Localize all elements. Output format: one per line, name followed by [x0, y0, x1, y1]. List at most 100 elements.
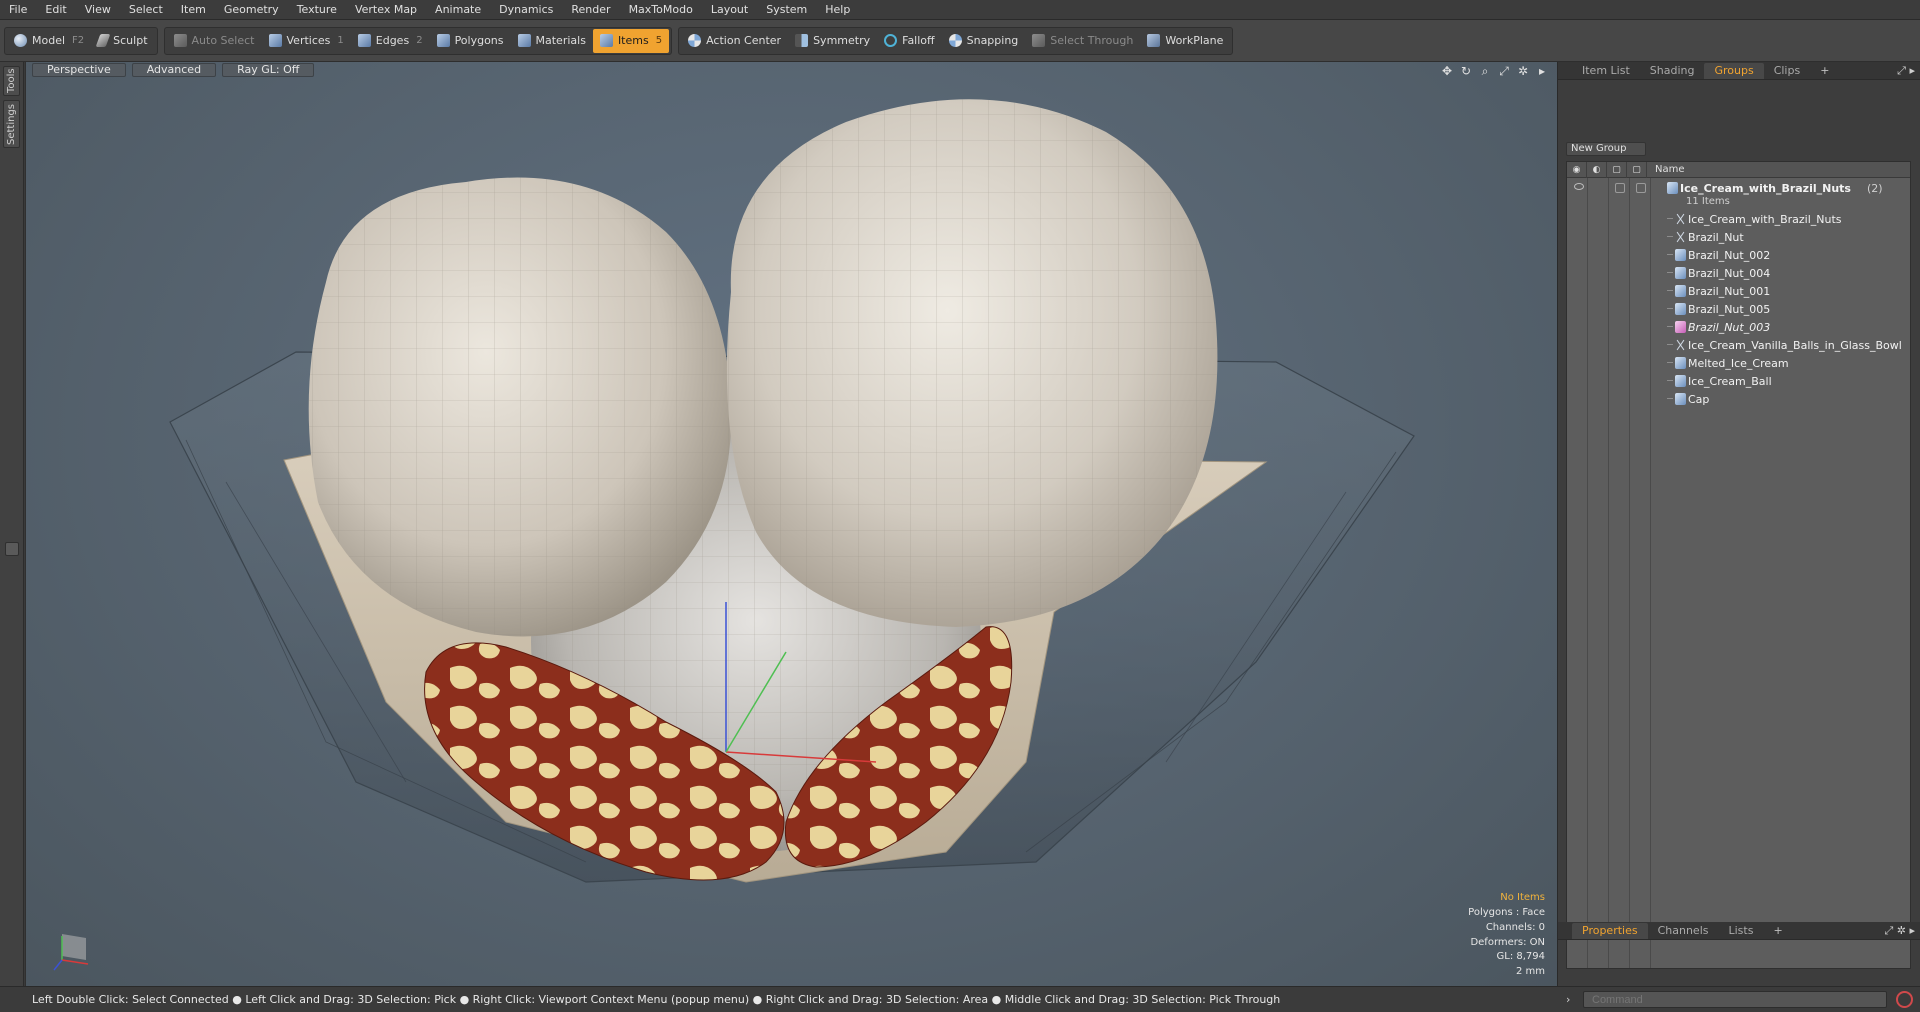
tree-row[interactable]: Ice_Cream_Vanilla_Balls_in_Glass_Bowl	[1567, 336, 1910, 354]
auto-select-button[interactable]: Auto Select	[167, 29, 262, 53]
expand-icon[interactable]: ⤢ ▸	[1897, 64, 1915, 78]
vertices-button[interactable]: Vertices 1	[262, 29, 351, 53]
menu-help[interactable]: Help	[816, 0, 859, 20]
stop-icon[interactable]	[1896, 991, 1913, 1008]
mesh-pink-icon	[1675, 321, 1686, 333]
rotate-icon[interactable]: ↻	[1459, 64, 1473, 78]
render-col-icon[interactable]: ◐	[1587, 162, 1607, 178]
menu-dynamics[interactable]: Dynamics	[490, 0, 562, 20]
viewport-nav-icons: ✥ ↻ ⌕ ⤢ ✲ ▸	[1440, 64, 1549, 78]
menu-maxtomodo[interactable]: MaxToModo	[620, 0, 702, 20]
eye-icon[interactable]	[1574, 183, 1584, 190]
arrow-right-icon[interactable]: ▸	[1535, 64, 1549, 78]
tab-shading[interactable]: Shading	[1640, 63, 1705, 79]
settings-tab[interactable]: Settings	[3, 100, 20, 148]
zoom-icon[interactable]: ⌕	[1478, 64, 1492, 78]
add-tab-button[interactable]: +	[1810, 63, 1839, 79]
tab-lists[interactable]: Lists	[1719, 923, 1764, 939]
menu-geometry[interactable]: Geometry	[215, 0, 288, 20]
maximize-icon[interactable]: ⤢	[1497, 64, 1511, 78]
items-button[interactable]: Items 5	[592, 28, 670, 53]
tab-item-list[interactable]: Item List	[1572, 63, 1640, 79]
materials-button[interactable]: Materials	[511, 29, 593, 53]
menu-item[interactable]: Item	[172, 0, 215, 20]
lock-col-icon[interactable]: ▢	[1607, 162, 1627, 178]
items-shortcut: 5	[655, 35, 663, 46]
groups-tree: ◉ ◐ ▢ ▢ Name Ice_Cream_with_Brazil_Nuts …	[1566, 161, 1911, 969]
tree-row[interactable]: Brazil_Nut	[1567, 228, 1910, 246]
mesh-icon	[1675, 303, 1686, 315]
items-label: Items	[617, 34, 649, 47]
polygons-button[interactable]: Polygons	[430, 29, 511, 53]
tree-row[interactable]: Ice_Cream_with_Brazil_Nuts	[1567, 210, 1910, 228]
vertices-shortcut: 1	[337, 35, 344, 46]
tree-row[interactable]: Cap	[1567, 390, 1910, 408]
tree-connector	[1667, 326, 1673, 327]
menu-view[interactable]: View	[76, 0, 120, 20]
tree-connector	[1667, 272, 1673, 273]
item-name: Ice_Cream_Ball	[1688, 374, 1772, 388]
raygl-button[interactable]: Ray GL: Off	[222, 63, 315, 77]
tab-clips[interactable]: Clips	[1764, 63, 1811, 79]
tree-row[interactable]: Ice_Cream_Ball	[1567, 372, 1910, 390]
tree-connector	[1667, 380, 1673, 381]
props-expand-icon[interactable]: ⤢ ✲ ▸	[1884, 924, 1915, 938]
tree-row[interactable]: Brazil_Nut_003	[1567, 318, 1910, 336]
edges-shortcut: 2	[416, 35, 423, 46]
advanced-button[interactable]: Advanced	[131, 63, 217, 77]
perspective-button[interactable]: Perspective	[32, 63, 126, 77]
tree-connector	[1667, 290, 1673, 291]
model-button[interactable]: Model F2	[7, 29, 91, 53]
action-center-button[interactable]: Action Center	[681, 29, 788, 53]
snapping-button[interactable]: Snapping	[942, 29, 1026, 53]
tools-tab[interactable]: Tools	[3, 66, 20, 96]
mesh-icon	[1675, 285, 1686, 297]
menu-animate[interactable]: Animate	[426, 0, 490, 20]
workplane-label: WorkPlane	[1165, 34, 1224, 47]
item-name: Ice_Cream_Vanilla_Balls_in_Glass_Bowl	[1688, 338, 1902, 352]
new-group-button[interactable]: New Group	[1566, 142, 1646, 156]
tree-row[interactable]: Brazil_Nut_004	[1567, 264, 1910, 282]
command-input[interactable]	[1583, 991, 1887, 1008]
name-column-header: Name	[1655, 164, 1685, 175]
menu-bar: File Edit View Select Item Geometry Text…	[0, 0, 1920, 20]
gear-icon[interactable]: ✲	[1516, 64, 1530, 78]
menu-layout[interactable]: Layout	[702, 0, 757, 20]
tree-row[interactable]: Brazil_Nut_001	[1567, 282, 1910, 300]
falloff-button[interactable]: Falloff	[877, 29, 941, 53]
tab-channels[interactable]: Channels	[1648, 923, 1719, 939]
menu-file[interactable]: File	[0, 0, 36, 20]
model-label: Model	[32, 34, 66, 47]
right-panel: Item List Shading Groups Clips + ⤢ ▸ New…	[1557, 62, 1920, 986]
group-items-count: 11 Items	[1686, 195, 1730, 207]
command-history-icon[interactable]: ›	[1566, 993, 1570, 1006]
select-checkbox[interactable]	[1636, 183, 1646, 193]
menu-edit[interactable]: Edit	[36, 0, 75, 20]
menu-select[interactable]: Select	[120, 0, 172, 20]
tree-row[interactable]: Melted_Ice_Cream	[1567, 354, 1910, 372]
lock-checkbox[interactable]	[1615, 183, 1625, 193]
workplane-button[interactable]: WorkPlane	[1140, 29, 1230, 53]
model-shortcut: F2	[72, 35, 85, 46]
move-icon[interactable]: ✥	[1440, 64, 1454, 78]
tree-row[interactable]: Brazil_Nut_005	[1567, 300, 1910, 318]
menu-vertex-map[interactable]: Vertex Map	[346, 0, 426, 20]
add-props-tab-button[interactable]: +	[1763, 923, 1792, 939]
select-col-icon[interactable]: ▢	[1627, 162, 1647, 178]
menu-system[interactable]: System	[757, 0, 816, 20]
tab-groups[interactable]: Groups	[1704, 63, 1764, 79]
menu-render[interactable]: Render	[562, 0, 619, 20]
select-through-button[interactable]: Select Through	[1025, 29, 1140, 53]
tab-properties[interactable]: Properties	[1572, 923, 1648, 939]
visibility-col-icon[interactable]: ◉	[1567, 162, 1587, 178]
materials-label: Materials	[535, 34, 586, 47]
stat-gl: GL: 8,794	[1496, 951, 1546, 963]
symmetry-button[interactable]: Symmetry	[788, 29, 877, 53]
symmetry-label: Symmetry	[813, 34, 871, 47]
menu-texture[interactable]: Texture	[288, 0, 346, 20]
sculpt-button[interactable]: Sculpt	[91, 29, 154, 53]
edges-button[interactable]: Edges 2	[351, 29, 430, 53]
tree-row[interactable]: Brazil_Nut_002	[1567, 246, 1910, 264]
3d-viewport[interactable]: Perspective Advanced Ray GL: Off ✥ ↻ ⌕ ⤢…	[25, 62, 1557, 986]
palette-icon[interactable]	[5, 542, 19, 556]
